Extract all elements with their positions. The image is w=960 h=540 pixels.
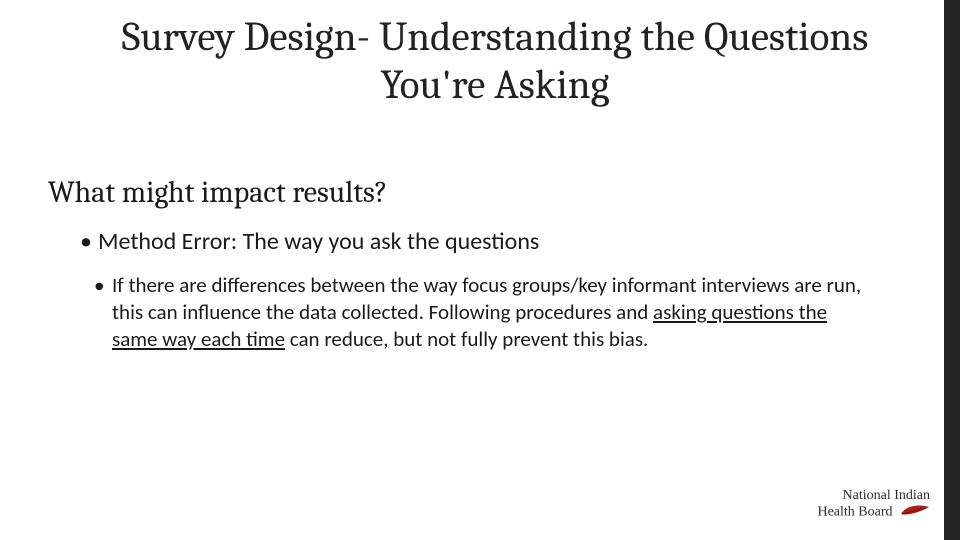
slide-subheading: What might impact results? xyxy=(48,175,387,210)
bullet-level-1: •Method Error: The way you ask the quest… xyxy=(80,227,900,256)
bullet-marker: • xyxy=(80,227,98,256)
bullet-level-2-text: If there are differences between the way… xyxy=(112,272,870,353)
accent-bar xyxy=(944,0,960,540)
footer-logo-line2-text: Health Board xyxy=(817,505,892,520)
footer-logo-line2: Health Board xyxy=(817,503,930,522)
bullet-marker: • xyxy=(94,272,112,299)
bullet-level-1-text: Method Error: The way you ask the questi… xyxy=(98,227,539,256)
slide-title: Survey Design- Understanding the Questio… xyxy=(70,14,920,111)
footer-logo: National Indian Health Board xyxy=(817,489,930,522)
slide: Survey Design- Understanding the Questio… xyxy=(0,0,960,540)
feather-icon xyxy=(900,503,930,522)
footer-logo-line1: National Indian xyxy=(817,489,930,504)
bullet-text-part2: can reduce, but not fully prevent this b… xyxy=(285,326,648,352)
bullet-level-2: • If there are differences between the w… xyxy=(112,272,870,353)
